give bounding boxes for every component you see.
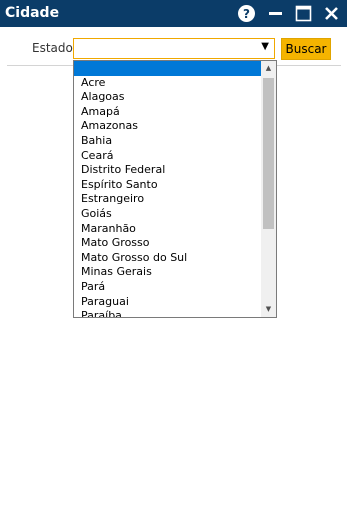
- cidade-window: Cidade ? Estado: ▼ Buscar Acre Alagoas A…: [0, 0, 347, 518]
- estado-label: Estado:: [32, 41, 77, 55]
- dropdown-option[interactable]: Mato Grosso: [74, 236, 262, 251]
- svg-text:?: ?: [243, 7, 250, 21]
- dropdown-option[interactable]: Goiás: [74, 207, 262, 222]
- dropdown-option[interactable]: Maranhão: [74, 222, 262, 237]
- dropdown-option[interactable]: Paraíba: [74, 309, 262, 317]
- dropdown-option[interactable]: Acre: [74, 76, 262, 91]
- scroll-down-icon[interactable]: ▼: [261, 302, 276, 317]
- dropdown-option[interactable]: Pará: [74, 280, 262, 295]
- dropdown-option[interactable]: Minas Gerais: [74, 265, 262, 280]
- dropdown-option[interactable]: Espírito Santo: [74, 178, 262, 193]
- dropdown-scrollbar[interactable]: ▲ ▼: [261, 61, 276, 317]
- dropdown-options: Acre Alagoas Amapá Amazonas Bahia Ceará Distri…: [74, 61, 262, 317]
- dropdown-option[interactable]: Distrito Federal: [74, 163, 262, 178]
- dropdown-option[interactable]: Alagoas: [74, 90, 262, 105]
- title-bar[interactable]: Cidade ?: [0, 0, 347, 27]
- minimize-icon[interactable]: [266, 4, 285, 23]
- dropdown-option[interactable]: Bahia: [74, 134, 262, 149]
- dropdown-option[interactable]: [74, 61, 262, 76]
- maximize-icon[interactable]: [294, 4, 313, 23]
- help-icon[interactable]: ?: [237, 4, 256, 23]
- estado-dropdown-list[interactable]: Acre Alagoas Amapá Amazonas Bahia Ceará Distri…: [73, 60, 277, 318]
- chevron-down-icon[interactable]: ▼: [261, 41, 269, 52]
- dropdown-option[interactable]: Mato Grosso do Sul: [74, 251, 262, 266]
- dropdown-option[interactable]: Amapá: [74, 105, 262, 120]
- scroll-up-icon[interactable]: ▲: [261, 61, 276, 76]
- close-icon[interactable]: [322, 4, 341, 23]
- buscar-button[interactable]: Buscar: [281, 38, 331, 60]
- scroll-thumb[interactable]: [263, 78, 274, 229]
- dropdown-option[interactable]: Paraguai: [74, 295, 262, 310]
- estado-select[interactable]: ▼: [73, 38, 275, 59]
- window-title: Cidade: [5, 5, 60, 21]
- dropdown-option[interactable]: Ceará: [74, 149, 262, 164]
- dropdown-option[interactable]: Amazonas: [74, 119, 262, 134]
- dropdown-option[interactable]: Estrangeiro: [74, 192, 262, 207]
